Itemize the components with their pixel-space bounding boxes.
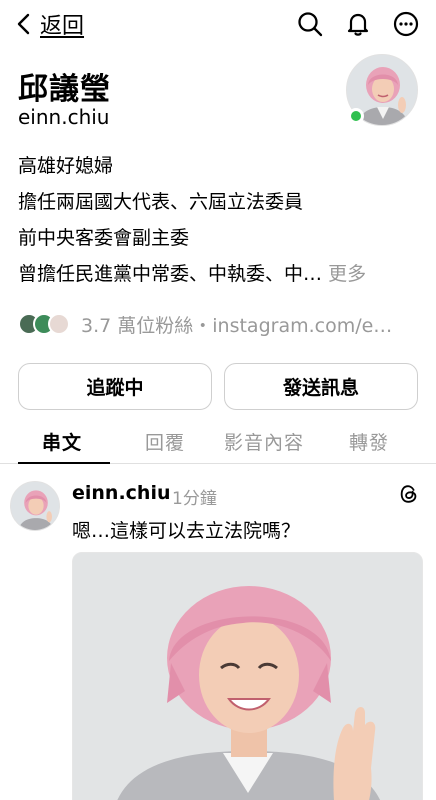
post-photo[interactable]: [72, 552, 423, 800]
tab-reposts[interactable]: 轉發: [349, 428, 389, 455]
top-bar: 返回: [0, 0, 436, 50]
threads-logo-icon[interactable]: [398, 483, 420, 505]
bio-line: 前中央客委會副主委: [18, 227, 190, 249]
tab-replies[interactable]: 回覆: [145, 428, 185, 455]
top-actions: [296, 10, 420, 38]
back-label: 返回: [40, 14, 85, 39]
more-options-icon: [393, 11, 419, 37]
follower-avatars: [18, 313, 70, 335]
follower-avatar: [48, 313, 70, 335]
followers-row[interactable]: 3.7 萬位粉絲・instagram.com/e…: [18, 310, 418, 338]
bio-line-text: 曾擔任民進黨中常委、中執委、中…: [18, 263, 323, 285]
send-message-button[interactable]: 發送訊息: [224, 363, 418, 410]
profile-bio: 高雄好媳婦 擔任兩屆國大代表、六屆立法委員 前中央客委會副主委 曾擔任民進黨中常…: [18, 148, 418, 292]
search-icon: [298, 12, 323, 37]
bio-line: 高雄好媳婦: [18, 155, 114, 177]
portrait-photo: [73, 553, 422, 800]
following-button[interactable]: 追蹤中: [18, 363, 212, 410]
active-tab-indicator: [18, 462, 110, 464]
avatar-portrait: [11, 482, 59, 530]
notifications-button[interactable]: [344, 10, 372, 38]
bio-line: 擔任兩屆國大代表、六屆立法委員: [18, 191, 304, 213]
more-options-button[interactable]: [392, 10, 420, 38]
profile-handle: einn.chiu: [18, 105, 110, 129]
more-link[interactable]: 更多: [328, 263, 366, 285]
post-text: 嗯…這樣可以去立法院嗎？: [72, 520, 301, 542]
search-button[interactable]: [296, 10, 324, 38]
profile-page: 返回 邱議瑩 einn.chiu 高雄好媳婦 擔任兩屆國大代表、六屆立法委員 前…: [0, 0, 436, 800]
post-timestamp: 1分鐘: [172, 489, 217, 509]
bio-line-last: 曾擔任民進黨中常委、中執委、中… 更多: [18, 256, 418, 292]
tab-threads[interactable]: 串文: [42, 428, 82, 455]
profile-name: 邱議瑩: [18, 72, 111, 107]
followers-count-link: 3.7 萬位粉絲・instagram.com/e…: [81, 314, 393, 337]
post-author-avatar[interactable]: [10, 481, 60, 531]
back-button[interactable]: 返回: [16, 8, 84, 40]
online-status-dot: [348, 108, 364, 124]
chevron-left-icon: [17, 13, 30, 35]
tab-media[interactable]: 影音內容: [224, 428, 304, 455]
bell-icon: [347, 13, 369, 36]
post-author-name[interactable]: einn.chiu: [72, 482, 171, 504]
profile-tabs: 串文 回覆 影音內容 轉發: [0, 420, 436, 464]
